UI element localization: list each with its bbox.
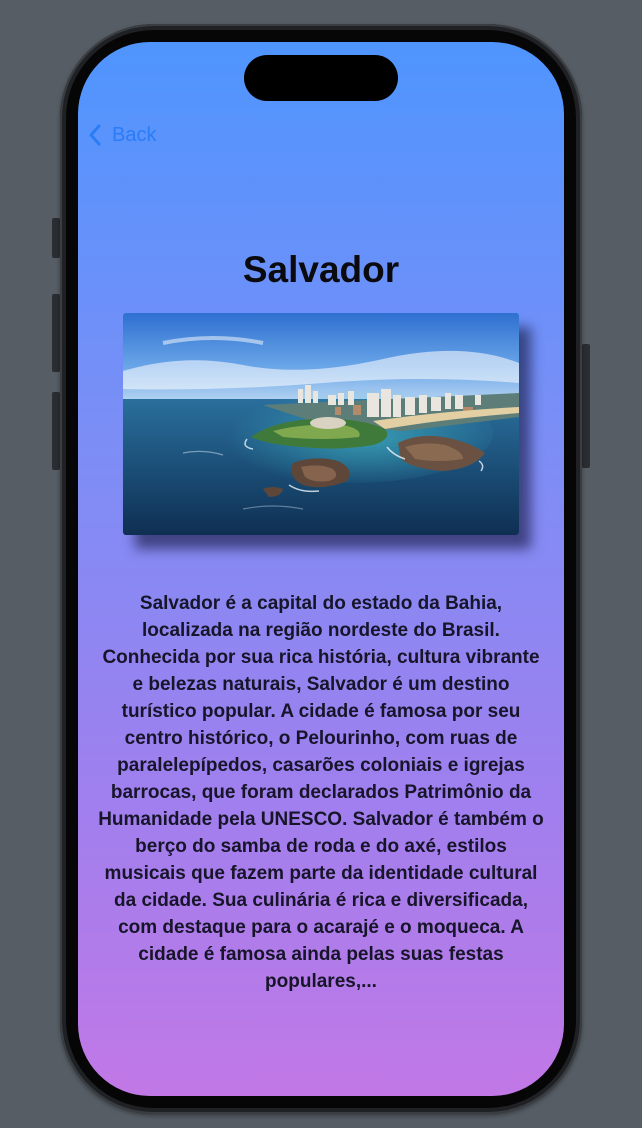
- volume-up-button: [52, 294, 60, 372]
- back-button[interactable]: Back: [88, 122, 156, 148]
- phone-screen: Back Salvador Salvador é a capital do es…: [78, 42, 564, 1096]
- coastline-image: [123, 313, 519, 535]
- volume-down-button: [52, 392, 60, 470]
- city-description: Salvador é a capital do estado da Bahia,…: [98, 593, 544, 992]
- dynamic-island: [244, 55, 398, 101]
- page-title: Salvador: [242, 249, 400, 290]
- power-button: [582, 344, 590, 468]
- city-photo: [123, 313, 519, 535]
- silent-switch: [52, 218, 60, 258]
- back-label: Back: [112, 124, 157, 146]
- chevron-left-icon: [89, 124, 101, 146]
